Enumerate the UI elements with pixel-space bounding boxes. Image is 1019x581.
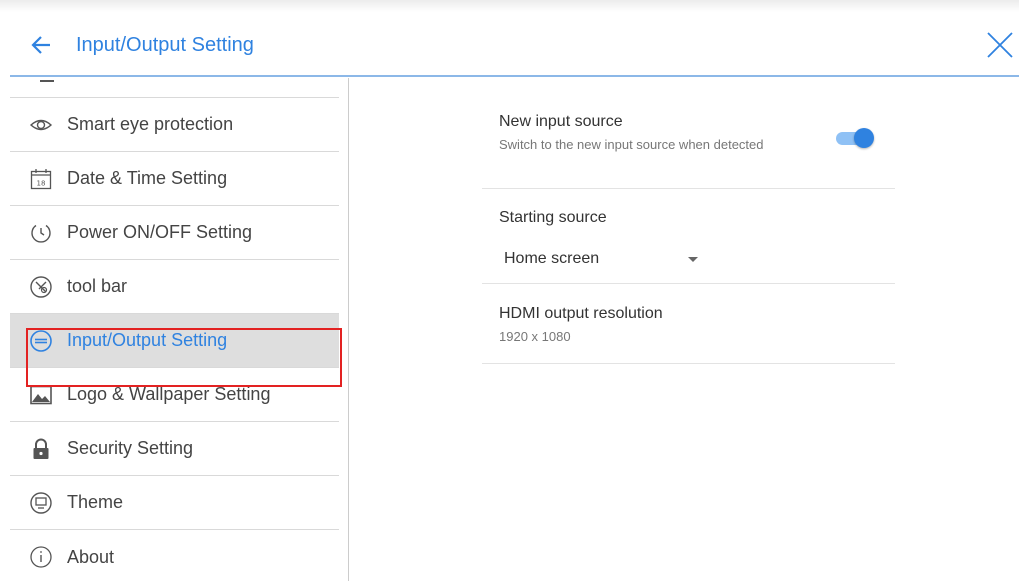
new-input-source-toggle[interactable]	[834, 126, 876, 150]
hdmi-output-value: 1920 x 1080	[499, 329, 571, 344]
sidebar-item-security-setting[interactable]: Security Setting	[10, 422, 339, 476]
starting-source-title: Starting source	[499, 209, 607, 226]
starting-source-dropdown[interactable]: Home screen	[504, 247, 704, 271]
power-timer-icon	[29, 221, 53, 245]
new-input-source-subtitle: Switch to the new input source when dete…	[499, 137, 764, 152]
sidebar-item-label: About	[67, 546, 115, 567]
close-button[interactable]	[985, 30, 1015, 60]
input-output-icon	[29, 329, 53, 353]
sidebar-item-label: Logo & Wallpaper Setting	[67, 384, 271, 404]
lock-icon	[29, 437, 53, 461]
image-icon	[29, 383, 53, 407]
theme-icon	[29, 491, 53, 515]
partial-icon	[40, 78, 54, 82]
new-input-source-title: New input source	[499, 113, 623, 130]
page-title: Input/Output Setting	[76, 34, 254, 56]
sidebar-item-tool-bar[interactable]: tool bar	[10, 260, 339, 314]
sidebar-item-input-output-setting[interactable]: Input/Output Setting	[10, 314, 339, 368]
eye-icon	[29, 113, 53, 137]
sidebar-item-smart-eye-protection[interactable]: Smart eye protection	[10, 98, 339, 152]
sidebar-item-power-onoff-setting[interactable]: Power ON/OFF Setting	[10, 206, 339, 260]
sidebar-item-label: Theme	[67, 492, 124, 512]
calendar-icon: 18	[29, 167, 53, 191]
dropdown-arrow-icon	[688, 257, 698, 262]
hdmi-output-row[interactable]: HDMI output resolution 1920 x 1080	[482, 284, 895, 364]
starting-source-value: Home screen	[504, 250, 600, 267]
sidebar-item-about[interactable]: About	[10, 530, 339, 581]
sidebar-item-logo-wallpaper-setting[interactable]: Logo & Wallpaper Setting	[10, 368, 339, 422]
sidebar-item-label: Security Setting	[67, 438, 194, 458]
sidebar-item-label: Input/Output Setting	[67, 330, 228, 350]
back-button[interactable]	[28, 32, 54, 58]
sidebar-item-theme[interactable]: Theme	[10, 476, 339, 530]
header-divider	[10, 75, 1019, 77]
calendar-icon-day: 18	[37, 179, 46, 187]
hdmi-output-title: HDMI output resolution	[499, 305, 663, 322]
window-top-shadow	[0, 0, 1019, 12]
sidebar-item-label: tool bar	[67, 276, 128, 296]
toolbar-icon	[29, 275, 53, 299]
arrow-left-icon	[31, 36, 50, 54]
sidebar-item-label: Smart eye protection	[67, 114, 234, 134]
sidebar-item-label: Date & Time Setting	[67, 168, 228, 188]
sidebar-item-partial[interactable]	[10, 78, 339, 98]
app-header: Input/Output Setting	[0, 12, 1019, 78]
info-icon	[29, 545, 53, 569]
toggle-knob	[854, 128, 874, 148]
sidebar-item-label: Power ON/OFF Setting	[67, 222, 253, 242]
settings-sidebar[interactable]: Smart eye protection 18 Date & Time Sett…	[10, 78, 349, 581]
sidebar-item-date-time-setting[interactable]: 18 Date & Time Setting	[10, 152, 339, 206]
close-icon	[987, 32, 1013, 58]
new-input-source-row[interactable]: New input source Switch to the new input…	[482, 78, 895, 189]
